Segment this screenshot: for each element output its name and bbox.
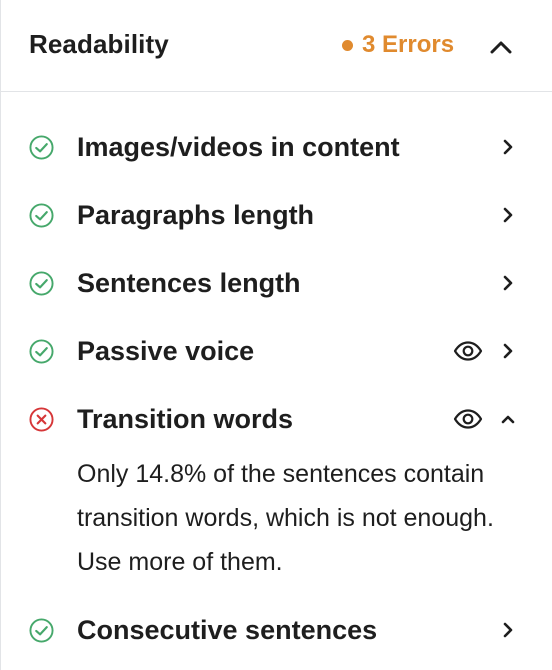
chevron-up-icon (490, 41, 512, 54)
check-item-label: Transition words (77, 404, 294, 434)
check-circle-icon (29, 339, 54, 364)
chevron-right-icon (503, 139, 513, 155)
check-item-transition-words[interactable]: Transition words (1, 395, 552, 443)
expand-item-button[interactable] (495, 617, 521, 643)
check-circle-icon (29, 618, 54, 643)
highlight-toggle-button[interactable] (451, 405, 485, 433)
panel-title: Readability (29, 29, 169, 59)
eye-icon (453, 341, 483, 361)
check-circle-icon (29, 135, 54, 160)
check-item-sentences-length[interactable]: Sentences length (1, 259, 552, 307)
error-count-label: 3 Errors (362, 31, 455, 58)
expand-item-button[interactable] (495, 202, 521, 228)
error-circle-icon (29, 407, 54, 432)
expand-item-button[interactable] (495, 270, 521, 296)
check-item-label: Consecutive sentences (77, 615, 378, 645)
check-item-label: Paragraphs length (77, 200, 315, 230)
check-item-images-videos[interactable]: Images/videos in content (1, 123, 552, 171)
collapse-panel-button[interactable] (484, 30, 518, 64)
chevron-up-icon (501, 415, 515, 424)
chevron-right-icon (503, 275, 513, 291)
check-item-label: Sentences length (77, 268, 301, 298)
check-item-paragraphs-length[interactable]: Paragraphs length (1, 191, 552, 239)
chevron-right-icon (503, 343, 513, 359)
check-item-label: Passive voice (77, 336, 255, 366)
collapse-item-button[interactable] (495, 406, 521, 432)
readability-panel: Readability 3 Errors Images/videos in co… (0, 0, 552, 670)
eye-icon (453, 409, 483, 429)
expand-item-button[interactable] (495, 134, 521, 160)
chevron-right-icon (503, 207, 513, 223)
check-item-description: Only 14.8% of the sentences contain tran… (77, 460, 494, 576)
check-circle-icon (29, 203, 54, 228)
expand-item-button[interactable] (495, 338, 521, 364)
error-dot-icon (342, 39, 353, 51)
check-circle-icon (29, 271, 54, 296)
highlight-toggle-button[interactable] (451, 337, 485, 365)
error-count-badge: 3 Errors (342, 31, 454, 59)
check-item-consecutive-sentences[interactable]: Consecutive sentences (1, 606, 552, 654)
chevron-right-icon (503, 622, 513, 638)
check-item-passive-voice[interactable]: Passive voice (1, 327, 552, 375)
check-item-label: Images/videos in content (77, 132, 400, 162)
readability-header[interactable]: Readability 3 Errors (1, 0, 552, 92)
